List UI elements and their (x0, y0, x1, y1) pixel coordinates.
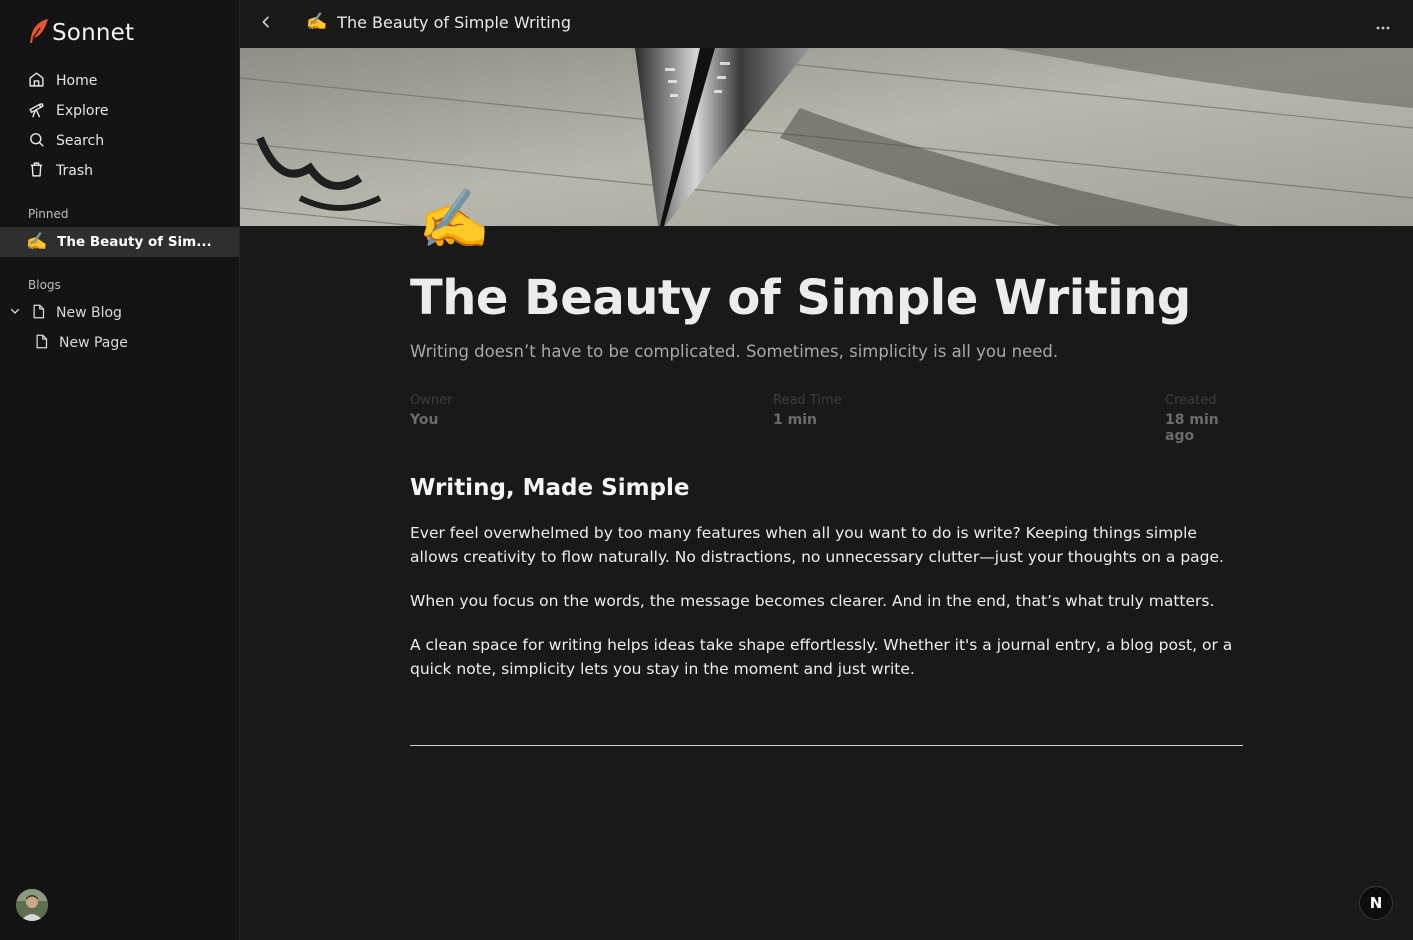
meta-read-time-label: Read Time (773, 392, 842, 408)
sidebar-item-explore[interactable]: Explore (0, 96, 239, 126)
trash-icon (28, 161, 45, 182)
brand-name: Sonnet (52, 20, 135, 46)
sidebar: Sonnet Home Explore Search Trash Pinned … (0, 0, 240, 940)
meta-created-label: Created (1165, 392, 1217, 408)
tree-item-new-blog[interactable]: New Blog (9, 298, 122, 328)
cover-image[interactable] (240, 48, 1413, 226)
pinned-section-label: Pinned (28, 207, 69, 221)
avatar[interactable] (16, 889, 48, 921)
next-dev-indicator-button[interactable]: N (1359, 886, 1393, 920)
more-options-button[interactable] (1371, 12, 1395, 36)
paragraph[interactable]: Ever feel overwhelmed by too many featur… (410, 521, 1243, 569)
pinned-item-label: The Beauty of Sim... (57, 234, 212, 250)
meta-read-time-value: 1 min (773, 411, 817, 428)
section-heading[interactable]: Writing, Made Simple (410, 475, 1243, 501)
breadcrumb[interactable]: ✍️ The Beauty of Simple Writing (306, 13, 571, 32)
chevron-down-icon[interactable] (9, 305, 21, 321)
sidebar-item-label: Home (56, 73, 98, 89)
home-icon (28, 71, 45, 92)
telescope-icon (28, 101, 45, 122)
page-subtitle[interactable]: Writing doesn’t have to be complicated. … (410, 342, 1243, 361)
sidebar-item-search[interactable]: Search (0, 126, 239, 156)
tree-item-new-page[interactable]: New Page (34, 328, 128, 358)
meta-read-time: Read Time 1 min (773, 393, 842, 428)
tree-item-label: New Blog (56, 305, 122, 321)
search-icon (28, 131, 45, 152)
brand[interactable]: Sonnet (28, 18, 134, 48)
meta-owner-value: You (410, 411, 439, 428)
sidebar-item-label: Trash (56, 163, 93, 179)
writing-hand-icon: ✍️ (306, 12, 328, 32)
page-title[interactable]: The Beauty of Simple Writing (410, 270, 1243, 328)
meta-created: Created 18 min ago (1165, 393, 1243, 444)
meta-created-value: 18 min ago (1165, 411, 1219, 444)
tree-item-label: New Page (59, 335, 128, 351)
sidebar-item-trash[interactable]: Trash (0, 156, 239, 186)
main-content: ✍️ The Beauty of Simple Writing ✍️ The B… (240, 0, 1413, 940)
breadcrumb-title: The Beauty of Simple Writing (337, 13, 571, 32)
meta-owner: Owner You (410, 393, 452, 428)
paragraph[interactable]: A clean space for writing helps ideas ta… (410, 633, 1243, 681)
document-body: The Beauty of Simple Writing Writing doe… (410, 270, 1243, 746)
paragraph[interactable]: When you focus on the words, the message… (410, 589, 1243, 613)
ellipsis-icon (1376, 15, 1390, 34)
back-button[interactable] (254, 12, 278, 36)
page-icon (31, 303, 46, 324)
sidebar-item-label: Search (56, 133, 105, 149)
page-icon (34, 333, 49, 354)
fab-label: N (1369, 894, 1383, 912)
topbar: ✍️ The Beauty of Simple Writing (240, 0, 1413, 48)
meta-owner-label: Owner (410, 392, 453, 408)
feather-icon (28, 18, 50, 48)
chevron-left-icon (258, 14, 274, 34)
sidebar-item-label: Explore (56, 103, 109, 119)
app-root: Sonnet Home Explore Search Trash Pinned … (0, 0, 1413, 940)
sidebar-item-home[interactable]: Home (0, 66, 239, 96)
blogs-section-label: Blogs (28, 278, 61, 292)
document-meta: Owner You Read Time 1 min Created 18 min… (410, 393, 1243, 444)
writing-hand-icon: ✍️ (26, 231, 48, 252)
sidebar-nav: Home Explore Search Trash (0, 66, 239, 186)
horizontal-rule (410, 744, 1243, 746)
page-emoji-icon[interactable]: ✍️ (418, 190, 490, 248)
pinned-item-beauty-of-simple-writing[interactable]: ✍️ The Beauty of Sim... (0, 227, 239, 257)
